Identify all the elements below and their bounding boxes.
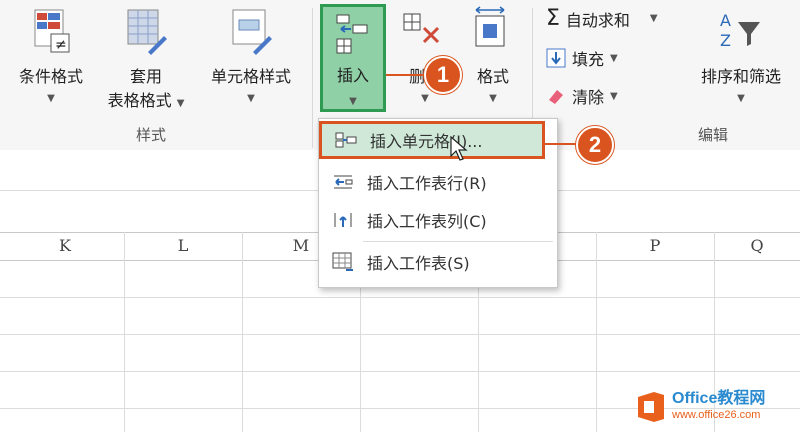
delete-cells-icon	[403, 13, 440, 44]
chevron-down-icon: ▼	[737, 93, 745, 104]
chevron-down-icon: ▼	[610, 90, 618, 102]
table-format-icon	[127, 9, 167, 55]
group-separator	[312, 8, 313, 148]
column-header-l[interactable]: L	[124, 232, 242, 260]
clear-label: 清除	[572, 88, 605, 107]
svg-text:≠: ≠	[55, 37, 67, 53]
format-as-table-button[interactable]: 套用 表格格式 ▼	[96, 4, 196, 114]
menu-item-insert-rows[interactable]: 插入工作表行(R)	[319, 163, 557, 201]
insert-cells-small-icon	[322, 131, 370, 149]
office-logo-icon	[638, 392, 664, 422]
column-header-p[interactable]: P	[596, 232, 714, 260]
menu-item-insert-cells[interactable]: 插入单元格(I)...	[319, 121, 545, 159]
sort-filter-button[interactable]: A Z 排序和筛选 ▼	[686, 4, 796, 114]
eraser-icon	[549, 90, 563, 104]
fill-label: 填充	[572, 50, 605, 69]
cell-styles-icon	[232, 9, 272, 55]
column-line	[242, 232, 243, 432]
mouse-cursor-icon	[450, 136, 468, 161]
cell-styles-button[interactable]: 单元格样式 ▼	[196, 4, 306, 114]
conditional-format-label: 条件格式	[18, 67, 83, 86]
styles-group-label: 样式	[136, 126, 167, 144]
insert-rows-icon	[319, 173, 367, 191]
insert-columns-icon	[319, 211, 367, 229]
chevron-down-icon: ▼	[489, 93, 497, 104]
autosum-button[interactable]: Σ 自动求和 ▼	[546, 6, 658, 31]
table-format-label-2: 表格格式 ▼	[107, 91, 185, 110]
insert-label: 插入	[336, 66, 369, 85]
menu-item-label: 插入工作表列(C)	[367, 212, 487, 231]
callout-badge-1: 1	[424, 56, 462, 94]
callout-connector	[386, 74, 428, 76]
sort-filter-icon: A Z	[720, 11, 760, 50]
table-format-label-1: 套用	[129, 67, 162, 86]
insert-dropdown-menu: 插入单元格(I)... 插入工作表行(R) 插入工作表列(C) 插入工作表(S)	[318, 118, 558, 288]
row-line	[0, 334, 800, 335]
svg-text:Z: Z	[720, 31, 731, 50]
conditional-format-icon: ≠	[34, 9, 70, 53]
menu-item-label: 插入工作表(S)	[367, 254, 470, 273]
chevron-down-icon: ▼	[47, 93, 55, 104]
column-line	[124, 232, 125, 432]
cell-styles-label: 单元格样式	[210, 67, 291, 86]
menu-separator	[363, 241, 553, 242]
menu-item-label: 插入工作表行(R)	[367, 174, 487, 193]
column-header-q[interactable]: Q	[714, 232, 800, 260]
watermark-url: www.office26.com	[672, 409, 761, 421]
callout-connector	[544, 143, 578, 145]
format-cells-icon	[475, 6, 505, 47]
svg-text:A: A	[720, 11, 731, 30]
editing-group-label: 编辑	[698, 126, 729, 144]
watermark-brand: Office教程网	[672, 390, 766, 407]
fill-button[interactable]: 填充 ▼	[546, 46, 618, 70]
callout-badge-2: 2	[576, 126, 614, 164]
menu-item-insert-sheet[interactable]: 插入工作表(S)	[319, 243, 557, 281]
autosum-label: 自动求和	[565, 10, 630, 30]
watermark: Office教程网 www.office26.com	[636, 382, 800, 432]
column-line	[596, 232, 597, 432]
row-line	[0, 297, 800, 298]
insert-sheet-icon	[319, 252, 367, 272]
format-label: 格式	[476, 67, 509, 86]
chevron-down-icon: ▼	[247, 93, 255, 104]
row-line	[0, 371, 800, 372]
menu-item-insert-columns[interactable]: 插入工作表列(C)	[319, 201, 557, 239]
insert-button[interactable]: 插入 ▼	[320, 4, 386, 112]
chevron-down-icon: ▼	[349, 96, 357, 107]
conditional-format-button[interactable]: ≠ 条件格式 ▼	[8, 4, 94, 114]
insert-cells-icon	[336, 14, 368, 54]
chevron-down-icon: ▼	[649, 13, 658, 24]
sigma-icon: Σ	[546, 6, 560, 31]
chevron-down-icon: ▼	[610, 52, 618, 64]
format-button[interactable]: 格式 ▼	[460, 4, 526, 112]
fill-down-icon	[546, 48, 566, 68]
column-header-k[interactable]: K	[6, 232, 124, 260]
sort-filter-label: 排序和筛选	[700, 67, 781, 86]
clear-button[interactable]: 清除 ▼	[546, 84, 618, 108]
